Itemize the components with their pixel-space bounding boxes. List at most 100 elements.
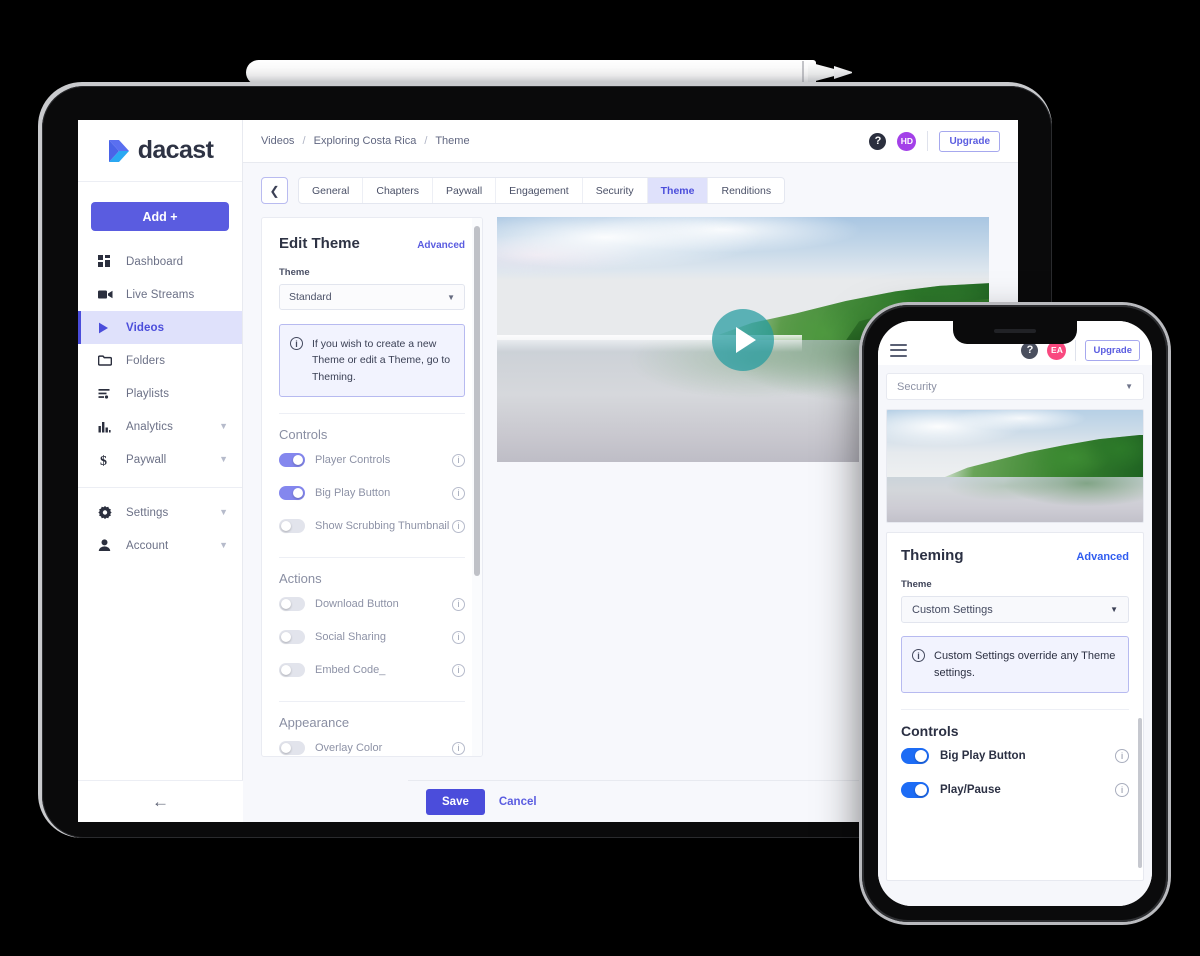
hamburger-menu-icon[interactable] <box>890 343 907 357</box>
divider <box>1075 339 1077 361</box>
divider <box>927 131 929 151</box>
toggle-social-sharing[interactable] <box>279 630 305 645</box>
sidebar-item-account[interactable]: Account ▼ <box>78 529 242 562</box>
advanced-link[interactable]: Advanced <box>417 240 465 251</box>
info-icon[interactable]: i <box>452 630 465 644</box>
play-icon <box>98 322 118 334</box>
edit-theme-panel: Edit Theme Advanced Theme Standard ▼ i I… <box>261 217 483 757</box>
help-icon[interactable]: ? <box>869 132 887 150</box>
toggle-play-pause[interactable] <box>901 782 929 798</box>
info-note: i Custom Settings override any Theme set… <box>901 636 1129 693</box>
panel-scrollbar-thumb[interactable] <box>1138 718 1142 868</box>
sidebar-item-playlists[interactable]: Playlists <box>78 377 242 410</box>
toggle-knob <box>281 743 291 754</box>
cancel-button[interactable]: Cancel <box>499 796 537 808</box>
tab-theme[interactable]: Theme <box>647 178 709 203</box>
tab-chapters[interactable]: Chapters <box>363 178 433 203</box>
sidebar-item-label: Folders <box>126 354 166 367</box>
sidebar-item-paywall[interactable]: $ Paywall ▼ <box>78 443 242 476</box>
sidebar-item-settings[interactable]: Settings ▼ <box>78 496 242 529</box>
info-icon[interactable]: i <box>452 663 465 677</box>
help-icon[interactable]: ? <box>1021 341 1039 359</box>
section-title-controls: Controls <box>279 426 328 442</box>
section-divider <box>279 700 465 702</box>
theme-select[interactable]: Custom Settings ▼ <box>901 596 1129 623</box>
upgrade-button[interactable]: Upgrade <box>1085 339 1140 361</box>
panel-scrollbar-thumb[interactable] <box>474 226 480 576</box>
info-icon[interactable]: i <box>452 519 465 533</box>
tab-engagement[interactable]: Engagement <box>496 178 583 203</box>
section-divider <box>279 556 465 558</box>
big-play-button[interactable] <box>712 308 774 371</box>
panel-header: Edit Theme Advanced <box>279 235 465 252</box>
toggle-big-play-button[interactable] <box>901 748 929 764</box>
upgrade-button[interactable]: Upgrade <box>939 130 1000 152</box>
info-icon[interactable]: i <box>452 597 465 611</box>
advanced-link[interactable]: Advanced <box>1076 551 1129 563</box>
breadcrumb-item-theme[interactable]: Theme <box>435 135 469 147</box>
brand-logo[interactable]: dacast <box>78 120 242 182</box>
info-icon[interactable]: i <box>452 741 465 755</box>
sidebar-collapse-button[interactable]: ← <box>78 780 243 822</box>
toggle-label: Embed Code_ <box>315 664 386 677</box>
toggle-show-scrubbing-thumbnail[interactable] <box>279 519 305 534</box>
info-icon[interactable]: i <box>452 453 465 467</box>
stylus-seam <box>802 61 804 84</box>
page-select[interactable]: Security ▼ <box>886 373 1144 400</box>
theme-field-label: Theme <box>901 579 932 590</box>
phone-body: Security ▼ Theming Advanced Theme Custom… <box>878 365 1152 906</box>
folder-icon <box>98 355 118 366</box>
toggle-knob <box>915 784 927 796</box>
sidebar-item-label: Live Streams <box>126 288 195 301</box>
sidebar-item-analytics[interactable]: Analytics ▼ <box>78 410 242 443</box>
info-icon[interactable]: i <box>1115 749 1129 763</box>
play-triangle-icon <box>736 326 756 353</box>
tab-security[interactable]: Security <box>583 178 648 203</box>
avatar[interactable]: HD <box>897 131 917 151</box>
sidebar-item-folders[interactable]: Folders <box>78 344 242 377</box>
tabs-row: ❮ General Chapters Paywall Engagement Se… <box>243 163 1018 204</box>
bar-chart-icon <box>98 421 118 433</box>
section-title-actions: Actions <box>279 570 322 586</box>
breadcrumb: Videos / Exploring Costa Rica / Theme <box>261 135 470 147</box>
back-button[interactable]: ❮ <box>261 177 288 204</box>
playlist-icon <box>98 388 118 399</box>
save-button[interactable]: Save <box>426 788 485 815</box>
info-icon[interactable]: i <box>452 486 465 500</box>
sidebar-nav-primary: Dashboard Live Streams Videos Folders Pl… <box>78 245 242 476</box>
toggle-download-button[interactable] <box>279 597 305 612</box>
toggle-knob <box>281 632 291 643</box>
toggle-row: Big Play Button i <box>279 479 465 508</box>
theme-select[interactable]: Standard ▼ <box>279 284 465 310</box>
toggle-overlay-color[interactable] <box>279 741 305 756</box>
breadcrumb-item-videos[interactable]: Videos <box>261 135 294 147</box>
section-title-controls: Controls <box>901 723 959 739</box>
preview-water <box>887 477 1143 522</box>
tab-general[interactable]: General <box>299 178 364 203</box>
breadcrumb-item-video[interactable]: Exploring Costa Rica <box>314 135 417 147</box>
theme-field-label: Theme <box>279 267 310 278</box>
toggle-row: Social Sharing i <box>279 623 465 652</box>
sidebar-item-label: Settings <box>126 506 169 519</box>
sidebar-item-dashboard[interactable]: Dashboard <box>78 245 242 278</box>
phone-screen: ? EA Upgrade Security ▼ Theming Advanced… <box>878 321 1152 906</box>
toggle-label: Play/Pause <box>940 784 1001 796</box>
toggle-embed-code[interactable] <box>279 663 305 678</box>
toggle-big-play-button[interactable] <box>279 486 305 501</box>
tab-renditions[interactable]: Renditions <box>708 178 784 203</box>
toggle-player-controls[interactable] <box>279 453 305 468</box>
toggle-label: Player Controls <box>315 454 391 467</box>
add-button[interactable]: Add + <box>91 202 229 231</box>
sidebar-item-live-streams[interactable]: Live Streams <box>78 278 242 311</box>
info-note: i If you wish to create a new Theme or e… <box>279 324 465 397</box>
phone-device-frame: ? EA Upgrade Security ▼ Theming Advanced… <box>862 305 1168 922</box>
chevron-down-icon: ▼ <box>447 292 455 302</box>
dacast-logo-icon <box>108 139 129 162</box>
toggle-knob <box>293 488 303 499</box>
gear-icon <box>98 505 118 520</box>
tab-paywall[interactable]: Paywall <box>433 178 497 203</box>
phone-video-preview[interactable] <box>886 409 1144 523</box>
info-icon[interactable]: i <box>1115 783 1129 797</box>
sidebar-item-videos[interactable]: Videos <box>78 311 242 344</box>
toggle-row: Download Button i <box>279 590 465 619</box>
